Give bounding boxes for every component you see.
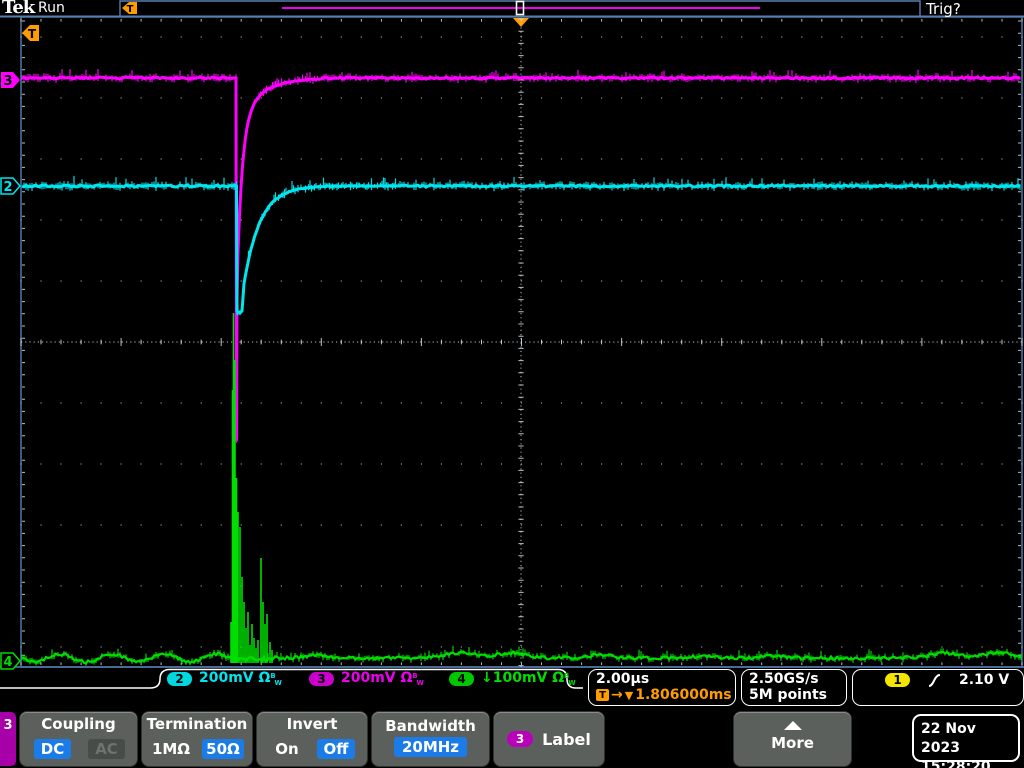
trigger-status: Trig? xyxy=(926,0,961,18)
more-button[interactable]: More xyxy=(734,712,851,766)
invert-button[interactable]: Invert On Off xyxy=(257,712,367,766)
trigger-readout[interactable]: 1 2.10 V xyxy=(852,669,1024,706)
acquisition-readout[interactable]: 2.50GS/s 5M points xyxy=(741,669,847,706)
bandwidth-title: Bandwidth xyxy=(385,717,476,735)
invert-on-option[interactable]: On xyxy=(271,739,303,759)
up-arrow-icon xyxy=(783,721,802,730)
coupling-dc-option[interactable]: DC xyxy=(34,739,71,759)
oscilloscope-screen: T 2 3 4 T Tek Run Trig? 2 200mV ΩBW 3 200mV … xyxy=(0,0,1024,768)
ch2-marker-label: 2 xyxy=(3,180,12,195)
bandwidth-20mhz-option[interactable]: 20MHz xyxy=(394,737,467,757)
horizontal-readout[interactable]: 2.00µs T → ▼ 1.806000ms xyxy=(588,669,736,706)
termination-50ohm-option[interactable]: 50Ω xyxy=(202,739,244,759)
trigger-t-icon: T xyxy=(596,689,609,701)
ch4-scale: ↓100mV ΩBW xyxy=(481,670,576,687)
ch3-readout[interactable]: 3 200mV ΩBW xyxy=(309,670,424,687)
ch4-marker-label: 4 xyxy=(3,655,12,670)
date-text: 22 Nov 2023 xyxy=(921,721,976,756)
delay-marker-icon: ▼ xyxy=(624,688,634,702)
rising-edge-icon xyxy=(928,673,941,687)
label-channel-badge: 3 xyxy=(507,731,534,747)
ch2-trace-fuzz xyxy=(23,175,1021,316)
trigger-position-t: T xyxy=(28,27,37,41)
termination-title: Termination xyxy=(146,715,248,733)
invert-off-option[interactable]: Off xyxy=(317,739,355,759)
termination-1mohm-option[interactable]: 1MΩ xyxy=(148,739,194,759)
horizontal-scale: 2.00µs xyxy=(596,671,650,687)
label-title: Label xyxy=(542,729,591,749)
sample-rate: 2.50GS/s xyxy=(749,671,819,687)
ch4-badge: 4 xyxy=(449,671,474,686)
trigger-level: 2.10 V xyxy=(959,672,1010,688)
ch2-badge: 2 xyxy=(167,671,192,686)
label-button[interactable]: 3 Label xyxy=(494,712,604,766)
ch2-scale: 200mV ΩBW xyxy=(199,670,282,687)
ch3-badge: 3 xyxy=(309,671,334,686)
bandwidth-button[interactable]: Bandwidth 20MHz xyxy=(372,712,489,766)
horizontal-delay: T → ▼ 1.806000ms xyxy=(596,687,732,703)
ch2-readout[interactable]: 2 200mV ΩBW xyxy=(167,670,282,687)
datetime-display: 22 Nov 2023 15:28:20 xyxy=(912,714,1020,768)
acquisition-status: Run xyxy=(38,0,65,16)
tek-logo: Tek xyxy=(2,0,35,18)
coupling-title: Coupling xyxy=(41,715,116,733)
record-length: 5M points xyxy=(749,687,827,703)
trigger-source-badge: 1 xyxy=(885,673,910,687)
ch3-marker-label: 3 xyxy=(3,74,12,89)
menu-channel-tab[interactable]: 3 xyxy=(0,712,16,766)
time-text: 15:28:20 xyxy=(921,759,991,768)
termination-button[interactable]: Termination 1MΩ 50Ω xyxy=(142,712,252,766)
invert-title: Invert xyxy=(286,715,338,733)
coupling-button[interactable]: Coupling DC AC xyxy=(20,712,137,766)
ch4-readout[interactable]: 4 ↓100mV ΩBW xyxy=(449,670,576,687)
coupling-ac-option[interactable]: AC xyxy=(88,739,125,759)
record-trigger-t: T xyxy=(127,4,134,15)
ch3-scale: 200mV ΩBW xyxy=(341,670,424,687)
waveform-display: T 2 3 4 T xyxy=(0,0,1024,689)
more-title: More xyxy=(771,734,814,752)
